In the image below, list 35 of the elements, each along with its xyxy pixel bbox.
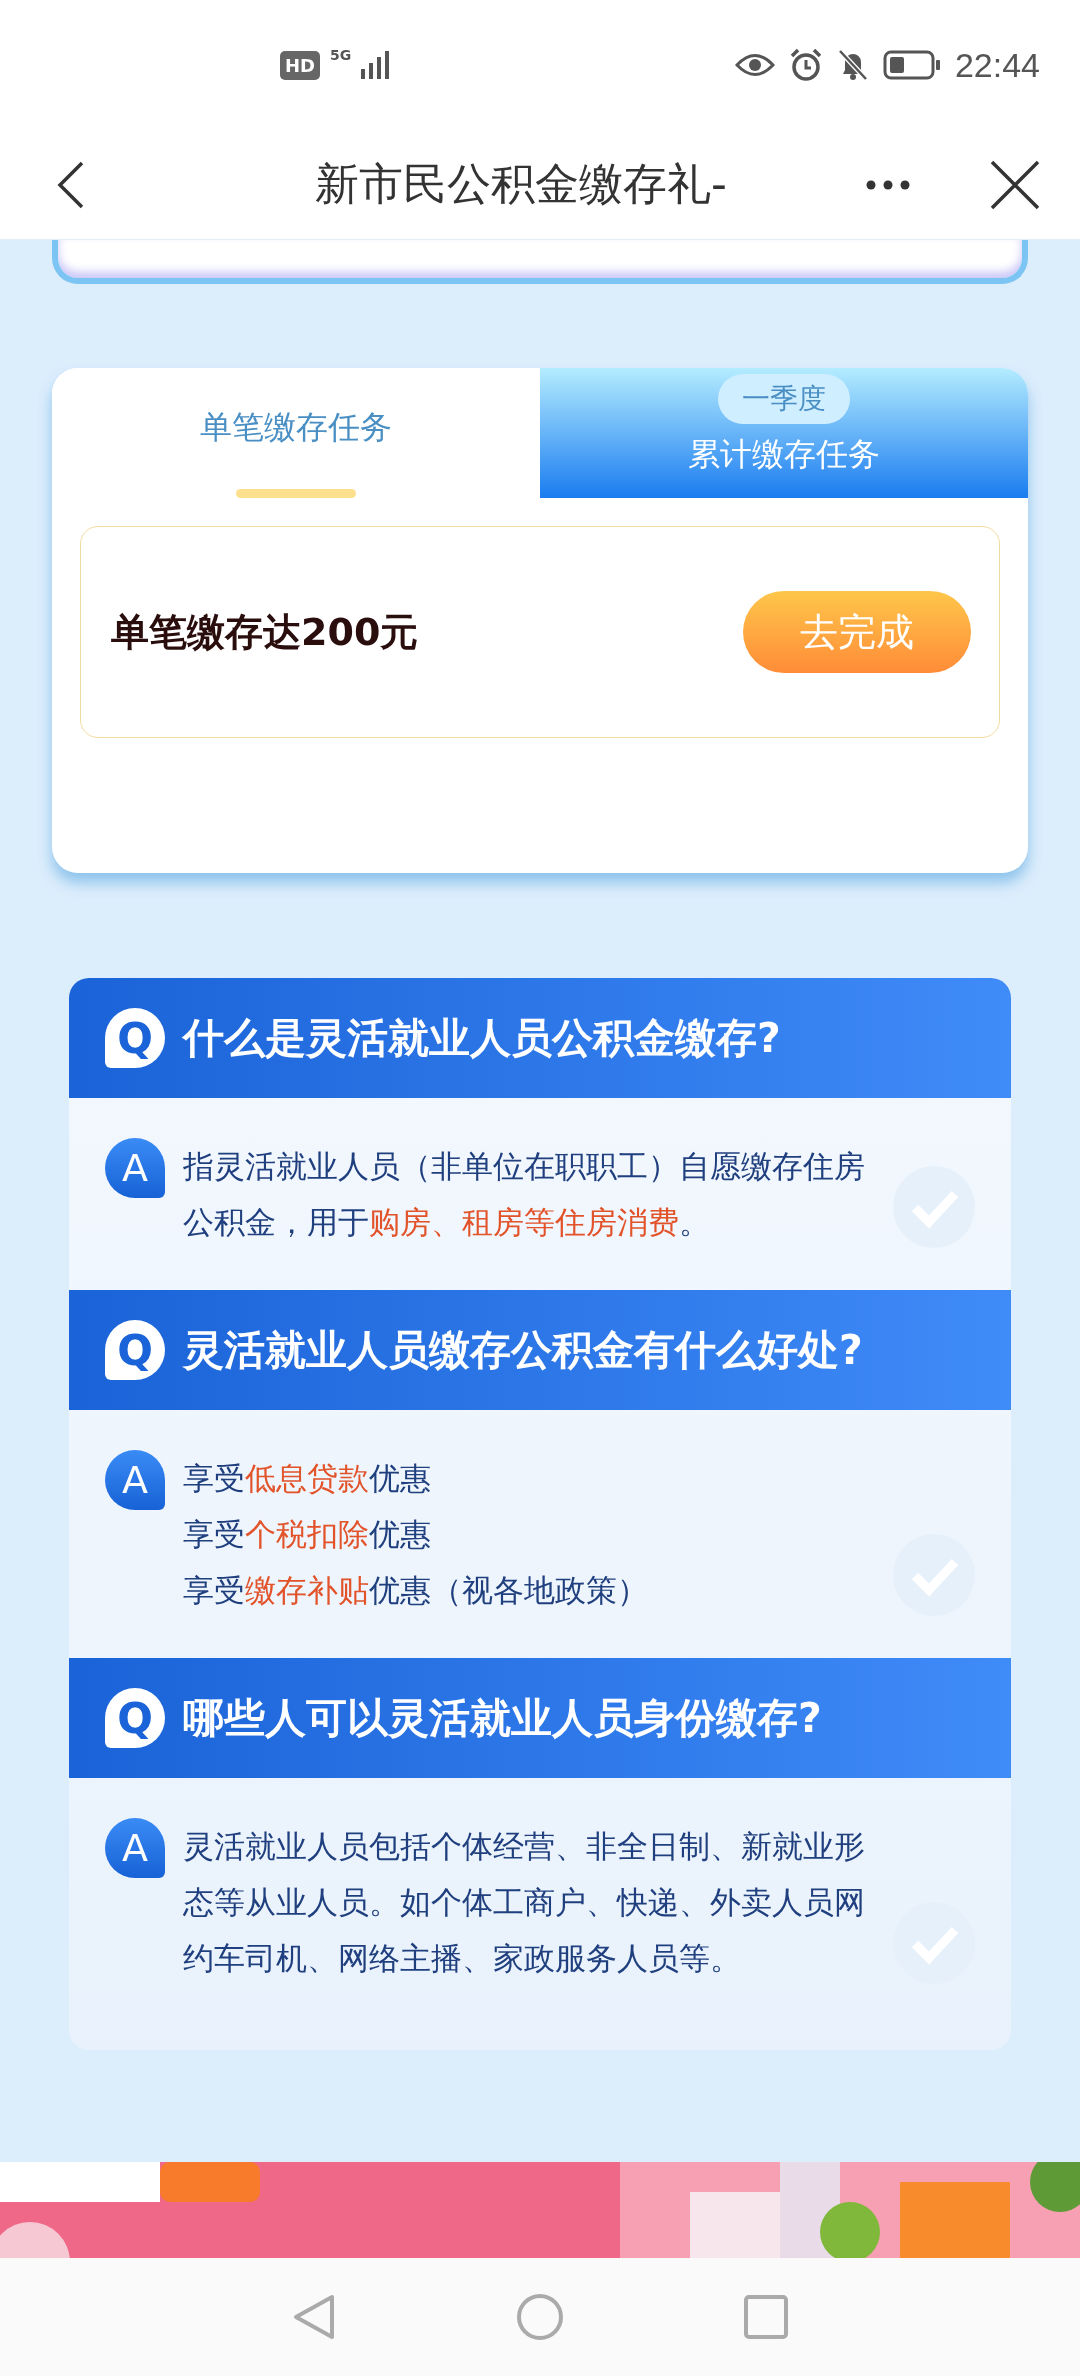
alarm-icon — [788, 48, 823, 82]
more-icon[interactable] — [866, 179, 910, 190]
a-icon: A — [105, 1450, 165, 1510]
check-circle-icon — [891, 1532, 977, 1618]
answer-text: 享受低息贷款优惠 — [183, 1459, 432, 1498]
answer-text: 指灵活就业人员（非单位在职职工）自愿缴存住房公积金，用于购房、租房等住房消费。 — [183, 1147, 866, 1242]
q-icon: Q — [105, 1320, 165, 1380]
task-tab[interactable]: 单笔缴存任务 — [52, 368, 540, 498]
task-text: 单笔缴存达200元 — [111, 608, 419, 656]
a-icon: A — [105, 1138, 165, 1198]
check-circle-icon — [891, 1164, 977, 1250]
signal-icon — [361, 51, 392, 79]
bell-off-icon — [836, 48, 869, 82]
clock-time: 22:44 — [954, 45, 1040, 85]
q-icon: Q — [105, 1688, 165, 1748]
complete-button[interactable]: 去完成 — [743, 591, 971, 673]
network-label: 5G — [330, 46, 352, 63]
a-icon: A — [105, 1818, 165, 1878]
eye-icon — [734, 52, 775, 78]
answer-text: 灵活就业人员包括个体经营、非全日制、新就业形态等从业人员。如个体工商户、快递、外卖人员网约车司机、网络主播、家政服务人员等。 — [183, 1827, 866, 1978]
tab-label: 单笔缴存任务 — [200, 407, 392, 448]
answer-text: 享受个税扣除优惠 — [183, 1515, 432, 1554]
question-text: 哪些人可以灵活就业人员身份缴存? — [183, 1692, 822, 1744]
tab-label: 累计缴存任务 — [688, 434, 880, 475]
page-title: 新市民公积金缴存礼- — [314, 157, 728, 211]
q-icon: Q — [105, 1008, 165, 1068]
question-text: 灵活就业人员缴存公积金有什么好处? — [183, 1324, 863, 1376]
answer-text: 享受缴存补贴优惠（视各地政策） — [183, 1571, 649, 1610]
question-text: 什么是灵活就业人员公积金缴存? — [183, 1012, 781, 1064]
task-tab[interactable]: 一季度 累计缴存任务 — [540, 368, 1028, 498]
back-icon[interactable] — [56, 159, 86, 210]
close-icon[interactable] — [990, 159, 1040, 210]
hd-icon: HD — [280, 50, 320, 80]
battery-icon — [882, 50, 941, 80]
quarter-badge: 一季度 — [718, 374, 850, 424]
